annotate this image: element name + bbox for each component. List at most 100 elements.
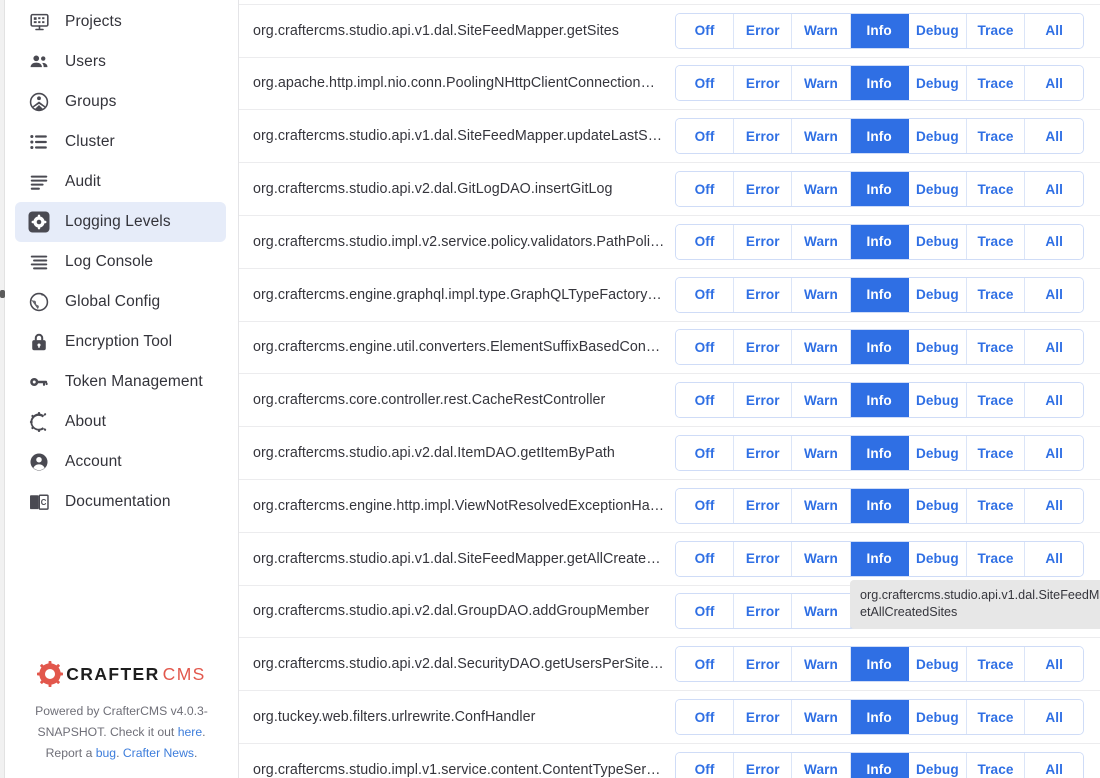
log-level-button-all[interactable]: All bbox=[1025, 752, 1084, 778]
log-level-button-off[interactable]: Off bbox=[676, 66, 735, 101]
log-level-button-trace[interactable]: Trace bbox=[966, 224, 1026, 259]
log-level-button-warn[interactable]: Warn bbox=[792, 119, 851, 154]
log-level-button-all[interactable]: All bbox=[1025, 436, 1084, 471]
sidebar-item-about[interactable]: About bbox=[15, 402, 226, 442]
log-level-button-error[interactable]: Error bbox=[734, 277, 793, 312]
log-level-button-all[interactable]: All bbox=[1025, 330, 1084, 365]
log-level-button-debug[interactable]: Debug bbox=[908, 224, 967, 259]
log-level-button-debug[interactable]: Debug bbox=[908, 330, 967, 365]
log-level-button-info[interactable]: Info bbox=[850, 541, 909, 576]
log-level-button-trace[interactable]: Trace bbox=[966, 383, 1026, 418]
log-level-button-error[interactable]: Error bbox=[734, 330, 793, 365]
log-level-button-debug[interactable]: Debug bbox=[908, 488, 967, 523]
log-level-button-warn[interactable]: Warn bbox=[792, 172, 851, 207]
log-level-button-debug[interactable]: Debug bbox=[908, 752, 967, 778]
log-level-button-trace[interactable]: Trace bbox=[966, 119, 1026, 154]
log-level-button-error[interactable]: Error bbox=[734, 436, 793, 471]
log-level-button-trace[interactable]: Trace bbox=[966, 172, 1026, 207]
log-level-button-debug[interactable]: Debug bbox=[908, 541, 967, 576]
log-level-button-warn[interactable]: Warn bbox=[792, 66, 851, 101]
log-level-button-warn[interactable]: Warn bbox=[792, 541, 851, 576]
log-level-button-warn[interactable]: Warn bbox=[792, 436, 851, 471]
footer-link-here[interactable]: here bbox=[178, 725, 202, 739]
log-level-button-all[interactable]: All bbox=[1025, 277, 1084, 312]
sidebar-item-groups[interactable]: Groups bbox=[15, 82, 226, 122]
log-level-button-info[interactable]: Info bbox=[850, 330, 909, 365]
log-level-button-debug[interactable]: Debug bbox=[908, 172, 967, 207]
log-level-button-off[interactable]: Off bbox=[676, 488, 735, 523]
log-level-button-error[interactable]: Error bbox=[734, 383, 793, 418]
log-level-button-info[interactable]: Info bbox=[850, 647, 909, 682]
sidebar-item-audit[interactable]: Audit bbox=[15, 162, 226, 202]
log-level-button-debug[interactable]: Debug bbox=[908, 436, 967, 471]
log-level-button-off[interactable]: Off bbox=[676, 224, 735, 259]
log-level-button-off[interactable]: Off bbox=[676, 541, 735, 576]
log-level-button-info[interactable]: Info bbox=[850, 119, 909, 154]
log-level-button-off[interactable]: Off bbox=[676, 647, 735, 682]
log-level-button-debug[interactable]: Debug bbox=[908, 66, 967, 101]
sidebar-item-logging-levels[interactable]: Logging Levels bbox=[15, 202, 226, 242]
log-level-button-warn[interactable]: Warn bbox=[792, 700, 851, 735]
log-level-button-all[interactable]: All bbox=[1025, 119, 1084, 154]
footer-link-bug[interactable]: bug bbox=[96, 746, 116, 760]
log-level-button-warn[interactable]: Warn bbox=[792, 647, 851, 682]
log-level-button-error[interactable]: Error bbox=[734, 594, 793, 629]
sidebar-item-log-console[interactable]: Log Console bbox=[15, 242, 226, 282]
log-level-button-off[interactable]: Off bbox=[676, 119, 735, 154]
log-level-button-all[interactable]: All bbox=[1025, 224, 1084, 259]
log-level-button-warn[interactable]: Warn bbox=[792, 594, 851, 629]
log-level-button-error[interactable]: Error bbox=[734, 119, 793, 154]
log-level-button-warn[interactable]: Warn bbox=[792, 13, 851, 48]
log-level-button-all[interactable]: All bbox=[1025, 172, 1084, 207]
log-level-button-off[interactable]: Off bbox=[676, 436, 735, 471]
log-level-button-all[interactable]: All bbox=[1025, 647, 1084, 682]
log-level-button-info[interactable]: Info bbox=[850, 383, 909, 418]
log-level-button-off[interactable]: Off bbox=[676, 330, 735, 365]
sidebar-item-global-config[interactable]: Global Config bbox=[15, 282, 226, 322]
log-level-button-debug[interactable]: Debug bbox=[908, 119, 967, 154]
log-level-button-off[interactable]: Off bbox=[676, 594, 735, 629]
log-level-button-off[interactable]: Off bbox=[676, 13, 735, 48]
log-level-button-error[interactable]: Error bbox=[734, 224, 793, 259]
log-level-button-off[interactable]: Off bbox=[676, 700, 735, 735]
log-level-button-trace[interactable]: Trace bbox=[966, 330, 1026, 365]
log-level-button-info[interactable]: Info bbox=[850, 436, 909, 471]
log-level-button-debug[interactable]: Debug bbox=[908, 647, 967, 682]
log-level-button-warn[interactable]: Warn bbox=[792, 752, 851, 778]
page-scrollbar-thumb[interactable] bbox=[0, 290, 5, 298]
log-level-button-warn[interactable]: Warn bbox=[792, 277, 851, 312]
log-level-button-off[interactable]: Off bbox=[676, 172, 735, 207]
log-level-button-off[interactable]: Off bbox=[676, 752, 735, 778]
sidebar-item-encryption-tool[interactable]: Encryption Tool bbox=[15, 322, 226, 362]
log-level-button-trace[interactable]: Trace bbox=[966, 647, 1026, 682]
log-level-button-trace[interactable]: Trace bbox=[966, 488, 1026, 523]
log-level-button-error[interactable]: Error bbox=[734, 752, 793, 778]
log-level-button-warn[interactable]: Warn bbox=[792, 383, 851, 418]
log-level-button-debug[interactable]: Debug bbox=[908, 700, 967, 735]
log-level-button-trace[interactable]: Trace bbox=[966, 541, 1026, 576]
log-level-button-info[interactable]: Info bbox=[850, 277, 909, 312]
log-level-button-off[interactable]: Off bbox=[676, 277, 735, 312]
log-level-button-trace[interactable]: Trace bbox=[966, 277, 1026, 312]
log-level-button-info[interactable]: Info bbox=[850, 13, 909, 48]
log-level-button-all[interactable]: All bbox=[1025, 488, 1084, 523]
sidebar-item-cluster[interactable]: Cluster bbox=[15, 122, 226, 162]
sidebar-item-projects[interactable]: Projects bbox=[15, 2, 226, 42]
log-level-button-error[interactable]: Error bbox=[734, 647, 793, 682]
log-level-button-trace[interactable]: Trace bbox=[966, 13, 1026, 48]
log-level-button-debug[interactable]: Debug bbox=[908, 383, 967, 418]
log-level-button-error[interactable]: Error bbox=[734, 488, 793, 523]
log-level-button-all[interactable]: All bbox=[1025, 700, 1084, 735]
log-level-button-warn[interactable]: Warn bbox=[792, 224, 851, 259]
log-level-button-trace[interactable]: Trace bbox=[966, 66, 1026, 101]
sidebar-item-account[interactable]: Account bbox=[15, 442, 226, 482]
log-level-button-all[interactable]: All bbox=[1025, 13, 1084, 48]
log-level-button-error[interactable]: Error bbox=[734, 172, 793, 207]
log-level-button-error[interactable]: Error bbox=[734, 13, 793, 48]
log-level-button-debug[interactable]: Debug bbox=[908, 13, 967, 48]
log-level-button-debug[interactable]: Debug bbox=[908, 277, 967, 312]
log-level-button-all[interactable]: All bbox=[1025, 383, 1084, 418]
log-level-button-trace[interactable]: Trace bbox=[966, 752, 1026, 778]
log-level-button-info[interactable]: Info bbox=[850, 488, 909, 523]
log-level-button-info[interactable]: Info bbox=[850, 700, 909, 735]
